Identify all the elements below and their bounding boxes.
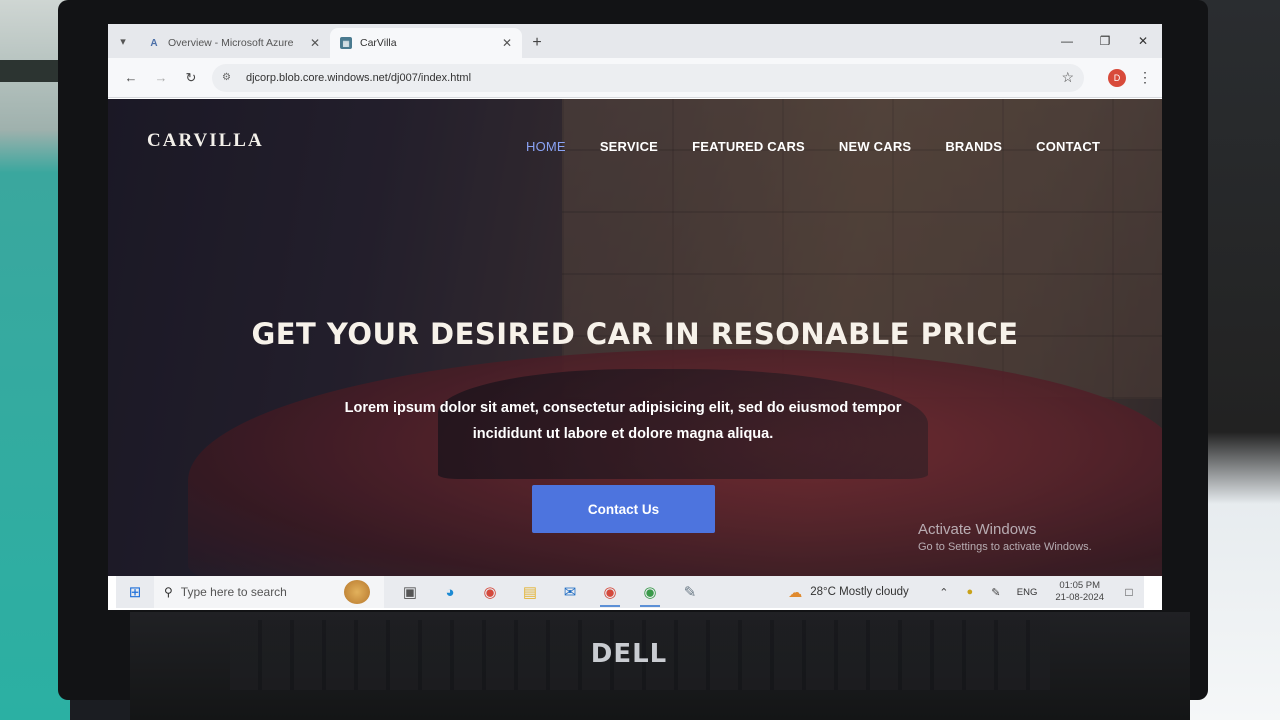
search-placeholder: Type here to search xyxy=(180,585,287,599)
outlook-icon[interactable]: ✉ xyxy=(550,576,590,608)
file-explorer-icon[interactable]: ▤ xyxy=(510,576,550,608)
clock[interactable]: 01:05 PM 21-08-2024 xyxy=(1055,580,1104,604)
site-info-icon[interactable]: ⚙ xyxy=(222,72,238,83)
nav-brands[interactable]: BRANDS xyxy=(945,139,1002,154)
chrome-profile-icon[interactable]: ◉ xyxy=(590,576,630,608)
tab-title: CarVilla xyxy=(360,37,397,49)
dell-logo: DELL xyxy=(590,639,668,669)
hero-title: GET YOUR DESIRED CAR IN RESONABLE PRICE xyxy=(251,317,1019,351)
bookmark-star-icon[interactable]: ☆ xyxy=(1061,69,1074,86)
laptop-screen: ▾ A Overview - Microsoft Azure ✕ ▦ CarVi… xyxy=(108,24,1162,610)
close-window-icon[interactable]: ✕ xyxy=(1124,24,1162,58)
edge-icon[interactable]: ◕ xyxy=(430,576,470,608)
tab-carvilla[interactable]: ▦ CarVilla ✕ xyxy=(330,28,522,58)
task-view-icon[interactable]: ▣ xyxy=(390,576,430,608)
pen-icon[interactable]: ✎ xyxy=(983,586,1009,599)
nav-featured-cars[interactable]: FEATURED CARS xyxy=(692,139,805,154)
weather-text[interactable]: 28°C Mostly cloudy xyxy=(810,586,909,598)
notification-icon[interactable]: □ xyxy=(1114,585,1144,599)
hero-description: Lorem ipsum dolor sit amet, consectetur … xyxy=(344,400,902,442)
windows-taskbar: ⊞ ⚲ Type here to search ▣ ◕ ◉ ▤ ✉ ◉ ◉ ✎ … xyxy=(116,576,1144,608)
activate-windows-title: Activate Windows xyxy=(918,521,1037,538)
carvilla-favicon: ▦ xyxy=(340,37,352,49)
notepad-icon[interactable]: ✎ xyxy=(670,576,710,608)
norton-icon[interactable]: ● xyxy=(957,586,983,598)
nav-contact[interactable]: CONTACT xyxy=(1036,139,1100,154)
nav-service[interactable]: SERVICE xyxy=(600,139,658,154)
nav-new-cars[interactable]: NEW CARS xyxy=(839,139,911,154)
clock-time: 01:05 PM xyxy=(1059,580,1101,591)
activate-windows-subtitle: Go to Settings to activate Windows. xyxy=(918,541,1092,553)
tab-title: Overview - Microsoft Azure xyxy=(168,37,294,49)
close-tab-icon[interactable]: ✕ xyxy=(502,36,512,50)
activate-windows-watermark: Activate Windows Go to Settings to activ… xyxy=(918,521,1092,553)
reload-icon[interactable]: ↻ xyxy=(176,63,206,93)
language-indicator[interactable]: ENG xyxy=(1017,587,1038,598)
forward-arrow-icon[interactable]: → xyxy=(146,63,176,93)
weather-icon[interactable]: ☁ xyxy=(788,584,802,601)
search-icon: ⚲ xyxy=(164,585,173,599)
browser-tab-strip: ▾ A Overview - Microsoft Azure ✕ ▦ CarVi… xyxy=(108,24,1162,58)
pinned-apps: ▣ ◕ ◉ ▤ ✉ ◉ ◉ ✎ xyxy=(390,576,710,608)
chrome-icon[interactable]: ◉ xyxy=(470,576,510,608)
url-text[interactable]: djcorp.blob.core.windows.net/dj007/index… xyxy=(246,72,1053,84)
taskbar-search-box[interactable]: ⚲ Type here to search xyxy=(154,576,384,608)
contact-us-button[interactable]: Contact Us xyxy=(532,485,715,533)
close-tab-icon[interactable]: ✕ xyxy=(310,36,320,50)
address-bar[interactable]: ⚙ djcorp.blob.core.windows.net/dj007/ind… xyxy=(212,63,1084,92)
minimize-icon[interactable]: — xyxy=(1048,24,1086,58)
browser-menu-icon[interactable]: ⋮ xyxy=(1136,69,1154,86)
system-tray: ☁ 28°C Mostly cloudy ⌃ ● ✎ ENG 01:05 PM … xyxy=(788,576,1144,608)
chevron-up-icon[interactable]: ⌃ xyxy=(931,586,957,599)
windows-start-icon[interactable]: ⊞ xyxy=(116,576,154,608)
tab-search-dropdown-icon[interactable]: ▾ xyxy=(108,24,138,58)
restore-icon[interactable]: ❐ xyxy=(1086,24,1124,58)
chrome-profile-2-icon[interactable]: ◉ xyxy=(630,576,670,608)
tab-azure-overview[interactable]: A Overview - Microsoft Azure ✕ xyxy=(138,28,330,58)
browser-toolbar: ← → ↻ ⚙ djcorp.blob.core.windows.net/dj0… xyxy=(108,58,1162,98)
back-arrow-icon[interactable]: ← xyxy=(116,63,146,93)
clock-date: 21-08-2024 xyxy=(1055,592,1104,603)
site-logo[interactable]: CARVILLA xyxy=(147,130,264,152)
hero-section: CARVILLA HOME SERVICE FEATURED CARS NEW … xyxy=(108,99,1162,576)
nav-home[interactable]: HOME xyxy=(526,139,566,154)
profile-avatar[interactable]: D xyxy=(1108,68,1126,87)
search-highlight-icon[interactable] xyxy=(344,580,370,604)
window-controls: — ❐ ✕ xyxy=(1048,24,1162,58)
new-tab-button[interactable]: + xyxy=(522,28,552,58)
azure-icon: A xyxy=(150,37,158,49)
main-navigation: HOME SERVICE FEATURED CARS NEW CARS BRAN… xyxy=(526,139,1100,154)
